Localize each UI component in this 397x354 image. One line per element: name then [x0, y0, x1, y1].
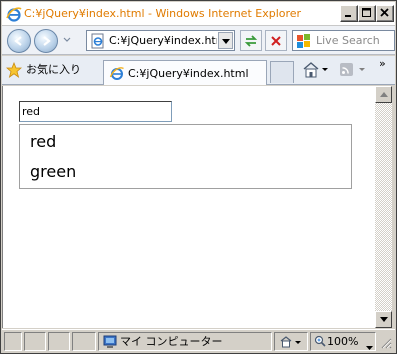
back-button[interactable]	[7, 29, 31, 53]
status-bar: マイ コンピューター 100%	[2, 329, 395, 353]
status-cell	[48, 332, 70, 351]
ie-page-icon	[109, 65, 125, 81]
tab-index-html[interactable]: C:¥jQuery¥index.html	[103, 60, 267, 85]
window-border	[392, 86, 396, 328]
star-icon	[5, 61, 23, 78]
search-input[interactable]: Live Search	[292, 30, 395, 51]
autocomplete-input[interactable]	[19, 101, 172, 122]
zoom-dropdown-icon[interactable]	[366, 340, 373, 353]
status-cell	[72, 332, 96, 351]
history-dropdown-icon[interactable]	[62, 35, 72, 45]
ie-logo-icon	[6, 6, 22, 22]
zone-label: マイ コンピューター	[120, 335, 223, 348]
favorites-label: お気に入り	[26, 63, 81, 76]
home-button[interactable]	[301, 60, 331, 80]
browser-window: C:¥jQuery¥index.html - Windows Internet …	[0, 0, 397, 354]
computer-icon	[102, 334, 118, 350]
address-bar[interactable]: C:¥jQuery¥index.html	[86, 30, 235, 51]
scroll-up-button[interactable]	[375, 86, 392, 103]
status-cell	[4, 332, 22, 351]
favorites-button[interactable]: お気に入り	[5, 61, 86, 78]
page-content: red green	[2, 86, 375, 328]
security-zone[interactable]: マイ コンピューター	[98, 332, 272, 351]
close-button[interactable]	[376, 5, 394, 22]
zoom-value: 100%	[327, 335, 359, 348]
window-title: C:¥jQuery¥index.html - Windows Internet …	[24, 7, 302, 20]
resize-grip-icon[interactable]	[379, 336, 392, 350]
address-dropdown-button[interactable]	[218, 32, 233, 49]
address-text: C:¥jQuery¥index.html	[109, 34, 217, 47]
tab-bar: お気に入り C:¥jQuery¥index.html »	[2, 56, 395, 85]
refresh-button[interactable]	[240, 30, 262, 51]
scroll-down-button[interactable]	[375, 311, 392, 328]
tab-title: C:¥jQuery¥index.html	[128, 67, 249, 80]
maximize-button[interactable]	[358, 5, 376, 22]
feeds-button[interactable]	[337, 60, 367, 80]
live-search-logo-icon	[296, 33, 312, 49]
search-placeholder: Live Search	[316, 34, 380, 47]
page-icon	[90, 33, 106, 49]
zoom-level[interactable]: 100%	[310, 332, 376, 351]
autocomplete-suggestion-list: red green	[19, 124, 352, 189]
magnifier-icon	[314, 335, 326, 350]
new-tab-button[interactable]	[270, 61, 294, 83]
vertical-scrollbar[interactable]	[375, 86, 392, 328]
stop-button[interactable]	[265, 30, 287, 51]
navigation-toolbar: C:¥jQuery¥index.html Live	[2, 26, 395, 55]
forward-button[interactable]	[34, 29, 58, 53]
more-tools-chevron-icon[interactable]: »	[379, 58, 386, 70]
status-cell	[24, 332, 46, 351]
minimize-button[interactable]	[340, 5, 358, 22]
suggestion-item[interactable]: green	[30, 160, 76, 184]
suggestion-item[interactable]: red	[30, 130, 56, 154]
title-bar[interactable]: C:¥jQuery¥index.html - Windows Internet …	[2, 2, 395, 26]
protected-mode-indicator[interactable]	[274, 332, 308, 351]
